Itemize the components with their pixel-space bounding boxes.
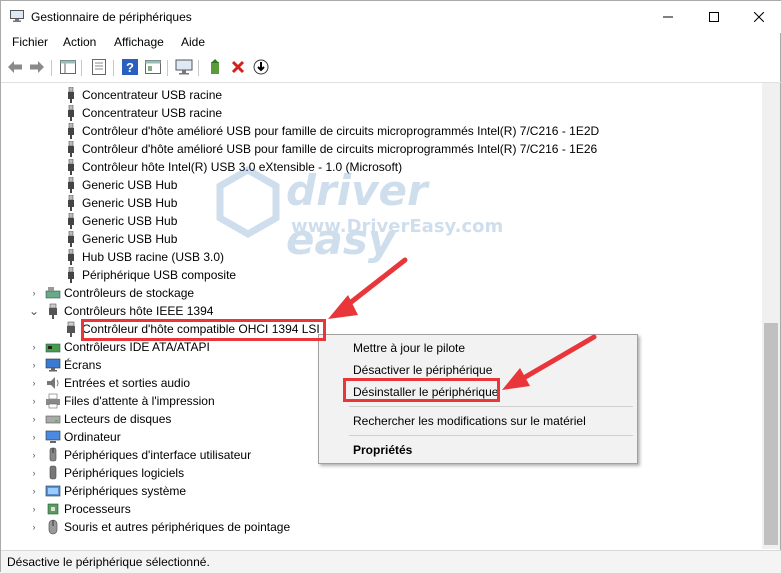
- status-text: Désactive le périphérique sélectionné.: [7, 555, 210, 569]
- annotation-arrows: [328, 257, 597, 390]
- arrow-to-uninstall: [502, 334, 597, 390]
- device-manager-window: Gestionnaire de périphériques Fichier Ac…: [0, 0, 781, 573]
- status-bar: Désactive le périphérique sélectionné.: [1, 550, 781, 573]
- arrow-to-selected-device: [328, 257, 408, 319]
